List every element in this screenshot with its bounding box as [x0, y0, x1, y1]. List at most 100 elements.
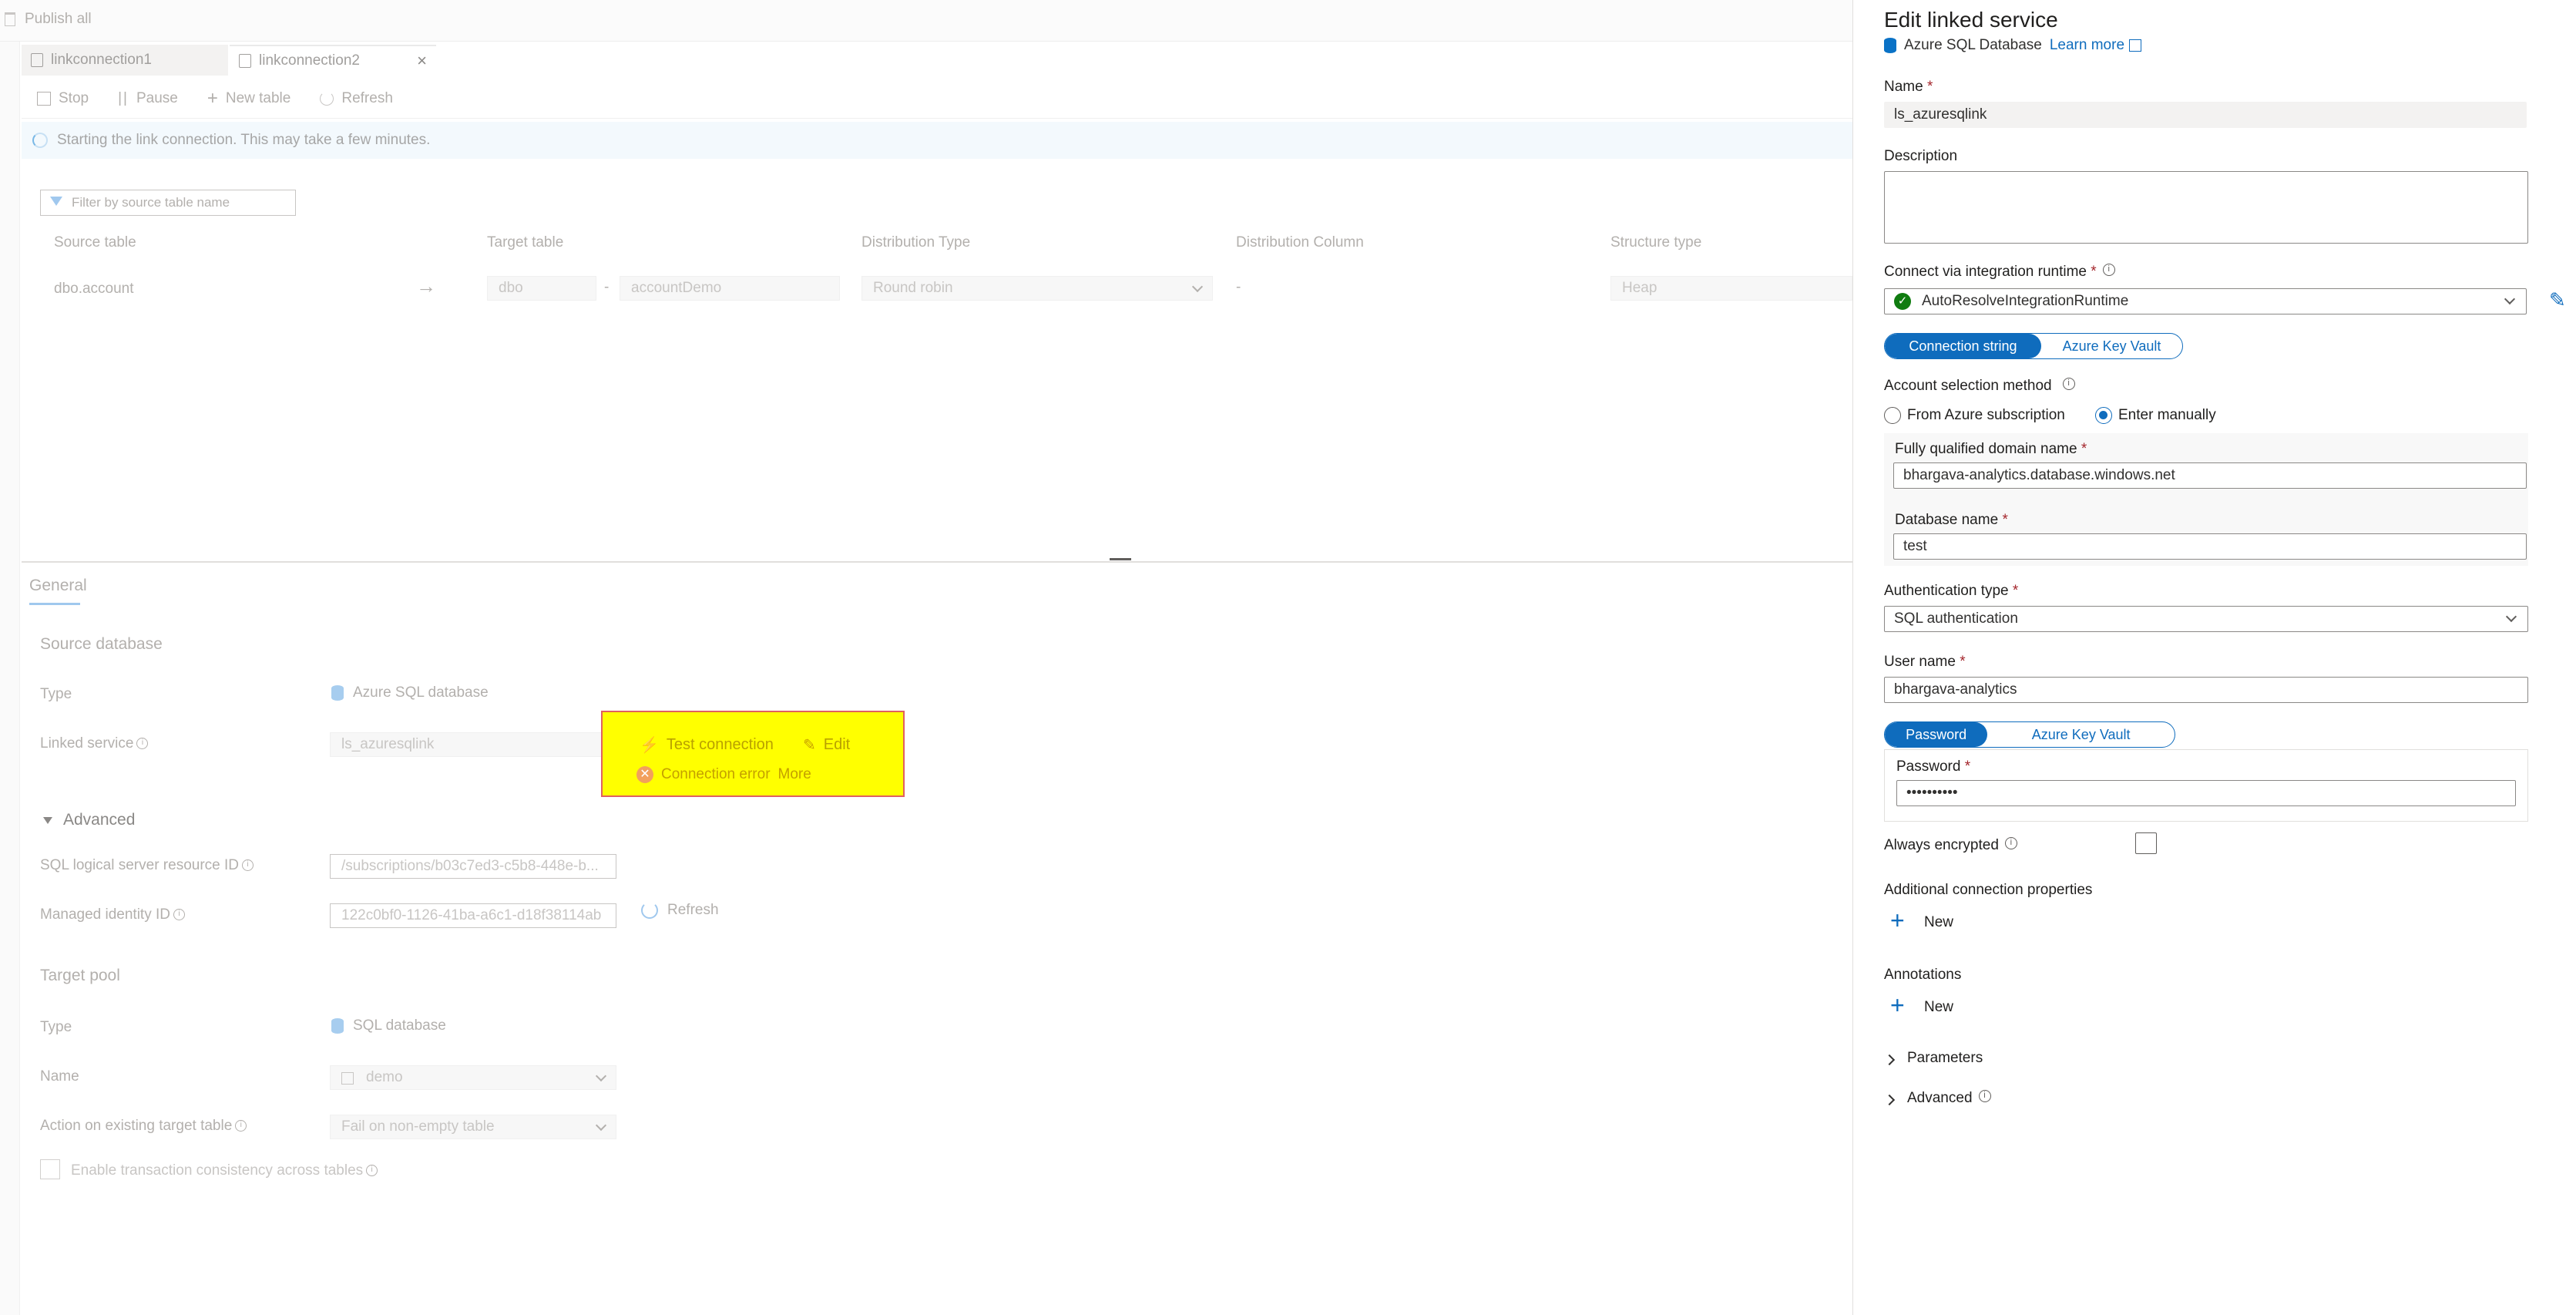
- new-table-button[interactable]: + New table: [207, 88, 291, 109]
- distribution-type-dropdown[interactable]: Round robin: [861, 276, 1213, 301]
- managed-identity-input[interactable]: 122c0bf0-1126-41ba-a6c1-d18f38114ab: [330, 903, 616, 928]
- info-icon[interactable]: i: [2102, 264, 2115, 276]
- info-icon[interactable]: i: [1978, 1090, 1991, 1102]
- additional-props-label: Additional connection properties: [1884, 882, 2093, 898]
- tab-general[interactable]: General: [29, 577, 87, 595]
- target-pool-heading: Target pool: [40, 967, 120, 984]
- info-icon[interactable]: i: [242, 859, 254, 872]
- test-connection-button[interactable]: ⚡ Test connection: [640, 735, 774, 755]
- info-icon[interactable]: i: [235, 1120, 247, 1132]
- stop-button[interactable]: Stop: [37, 90, 89, 107]
- info-icon[interactable]: i: [2004, 837, 2017, 849]
- annotations-label: Annotations: [1884, 967, 1962, 983]
- header-distribution-column: Distribution Column: [1236, 234, 1364, 251]
- tab-linkconnection1[interactable]: linkconnection1: [22, 45, 228, 76]
- info-icon[interactable]: i: [136, 738, 149, 750]
- database-icon: [331, 1017, 344, 1034]
- refresh-button[interactable]: Refresh: [320, 90, 393, 107]
- radio-enter-manually[interactable]: [2095, 407, 2112, 424]
- tab-password-key-vault[interactable]: Azure Key Vault: [1987, 722, 2175, 747]
- runtime-label: Connect via integration runtime * i: [1884, 264, 2115, 281]
- pause-button[interactable]: || Pause: [118, 90, 178, 107]
- account-method-label: Account selection method i: [1884, 378, 2075, 395]
- plus-icon: +: [207, 87, 218, 109]
- tab-azure-key-vault[interactable]: Azure Key Vault: [2041, 334, 2182, 358]
- learn-more-link[interactable]: Learn more: [2050, 37, 2142, 54]
- pool-icon: [341, 1072, 354, 1085]
- edit-button[interactable]: ✎ Edit: [803, 735, 850, 755]
- target-schema-input[interactable]: dbo: [487, 276, 596, 301]
- user-name-input[interactable]: bhargava-analytics: [1884, 677, 2528, 703]
- structure-type-dropdown[interactable]: Heap: [1610, 276, 1852, 301]
- database-icon: [331, 684, 344, 701]
- advanced-toggle[interactable]: Advanced: [43, 811, 135, 829]
- chevron-down-icon: [595, 1119, 607, 1132]
- fqdn-input[interactable]: bhargava-analytics.database.windows.net: [1893, 462, 2527, 489]
- header-structure-type: Structure type: [1610, 234, 1702, 251]
- close-icon[interactable]: ×: [417, 51, 427, 71]
- linked-service-dropdown[interactable]: ls_azuresqlink: [330, 732, 616, 757]
- header-distribution-type: Distribution Type: [861, 234, 971, 251]
- splitter-grip[interactable]: [1110, 558, 1131, 560]
- edit-runtime-pencil-icon[interactable]: ✎: [2549, 288, 2566, 312]
- auth-type-dropdown[interactable]: SQL authentication: [1884, 606, 2528, 632]
- type-label: Type: [40, 686, 72, 702]
- add-connection-property-button[interactable]: + New: [1890, 908, 1983, 936]
- auth-type-label: Authentication type *: [1884, 583, 2019, 599]
- highlight-annotation: ⚡ Test connection ✎ Edit ✕ Connection er…: [601, 711, 905, 797]
- refresh-icon: [641, 902, 658, 919]
- password-mode-toggle: Password Azure Key Vault: [1884, 721, 2175, 748]
- toolbar: Stop || Pause + New table Refresh: [22, 79, 1852, 119]
- password-input[interactable]: ••••••••••: [1896, 780, 2516, 806]
- transaction-consistency-label: Enable transaction consistency across ta…: [71, 1162, 378, 1179]
- plug-icon: ⚡: [640, 737, 659, 754]
- managed-identity-refresh-button[interactable]: Refresh: [641, 902, 719, 919]
- info-icon[interactable]: i: [366, 1165, 378, 1177]
- user-name-label: User name *: [1884, 654, 1966, 670]
- tab-linkconnection2[interactable]: linkconnection2 ×: [230, 45, 436, 76]
- description-textarea[interactable]: [1884, 171, 2528, 244]
- tab-connection-string[interactable]: Connection string: [1885, 334, 2041, 358]
- more-link[interactable]: More: [778, 766, 811, 783]
- database-name-label: Database name *: [1895, 512, 2008, 528]
- target-name-dropdown[interactable]: demo: [330, 1065, 616, 1090]
- plus-icon: +: [1890, 991, 1905, 1019]
- target-type-label: Type: [40, 1019, 72, 1035]
- source-database-heading: Source database: [40, 635, 163, 653]
- target-name-label: Name: [40, 1068, 79, 1085]
- linked-service-label: Linked service i: [40, 735, 149, 752]
- info-icon[interactable]: i: [2062, 378, 2075, 390]
- tab-password[interactable]: Password: [1885, 722, 1988, 747]
- sql-resource-input[interactable]: /subscriptions/b03c7ed3-c5b8-448e-b...: [330, 854, 616, 879]
- pause-icon: ||: [118, 89, 129, 106]
- side-strip: [0, 42, 20, 1315]
- linkconnection-editor: Publish all linkconnection1 linkconnecti…: [0, 0, 1852, 1315]
- action-target-dropdown[interactable]: Fail on non-empty table: [330, 1115, 616, 1139]
- info-icon[interactable]: i: [173, 909, 185, 921]
- filter-input[interactable]: Filter by source table name: [40, 190, 296, 216]
- runtime-dropdown[interactable]: ✓ AutoResolveIntegrationRuntime: [1884, 288, 2527, 314]
- document-icon: [31, 53, 43, 67]
- publish-icon: [5, 12, 15, 26]
- pane-splitter[interactable]: [22, 561, 1852, 563]
- refresh-icon: [320, 91, 334, 106]
- publish-all-button[interactable]: Publish all: [5, 11, 92, 28]
- advanced-expander[interactable]: Advanced i: [1883, 1088, 2054, 1112]
- target-table-input[interactable]: accountDemo: [620, 276, 840, 301]
- always-encrypted-checkbox[interactable]: [2135, 832, 2157, 854]
- chevron-down-icon: [1191, 281, 1204, 293]
- add-annotation-button[interactable]: + New: [1890, 993, 1983, 1021]
- header-source-table: Source table: [54, 234, 136, 251]
- radio-from-azure-subscription[interactable]: [1884, 407, 1901, 424]
- name-input[interactable]: ls_azuresqlink: [1884, 102, 2527, 128]
- error-icon: ✕: [636, 766, 653, 783]
- description-label: Description: [1884, 148, 1958, 164]
- plus-icon: +: [1890, 906, 1905, 934]
- source-table-cell: dbo.account: [54, 281, 134, 297]
- enter-manually-label: Enter manually: [2118, 407, 2216, 423]
- database-name-input[interactable]: test: [1893, 533, 2527, 560]
- header-target-table: Target table: [487, 234, 564, 251]
- transaction-consistency-checkbox[interactable]: [40, 1159, 60, 1179]
- info-bar: Starting the link connection. This may t…: [22, 122, 1852, 159]
- parameters-expander[interactable]: Parameters: [1883, 1048, 2054, 1071]
